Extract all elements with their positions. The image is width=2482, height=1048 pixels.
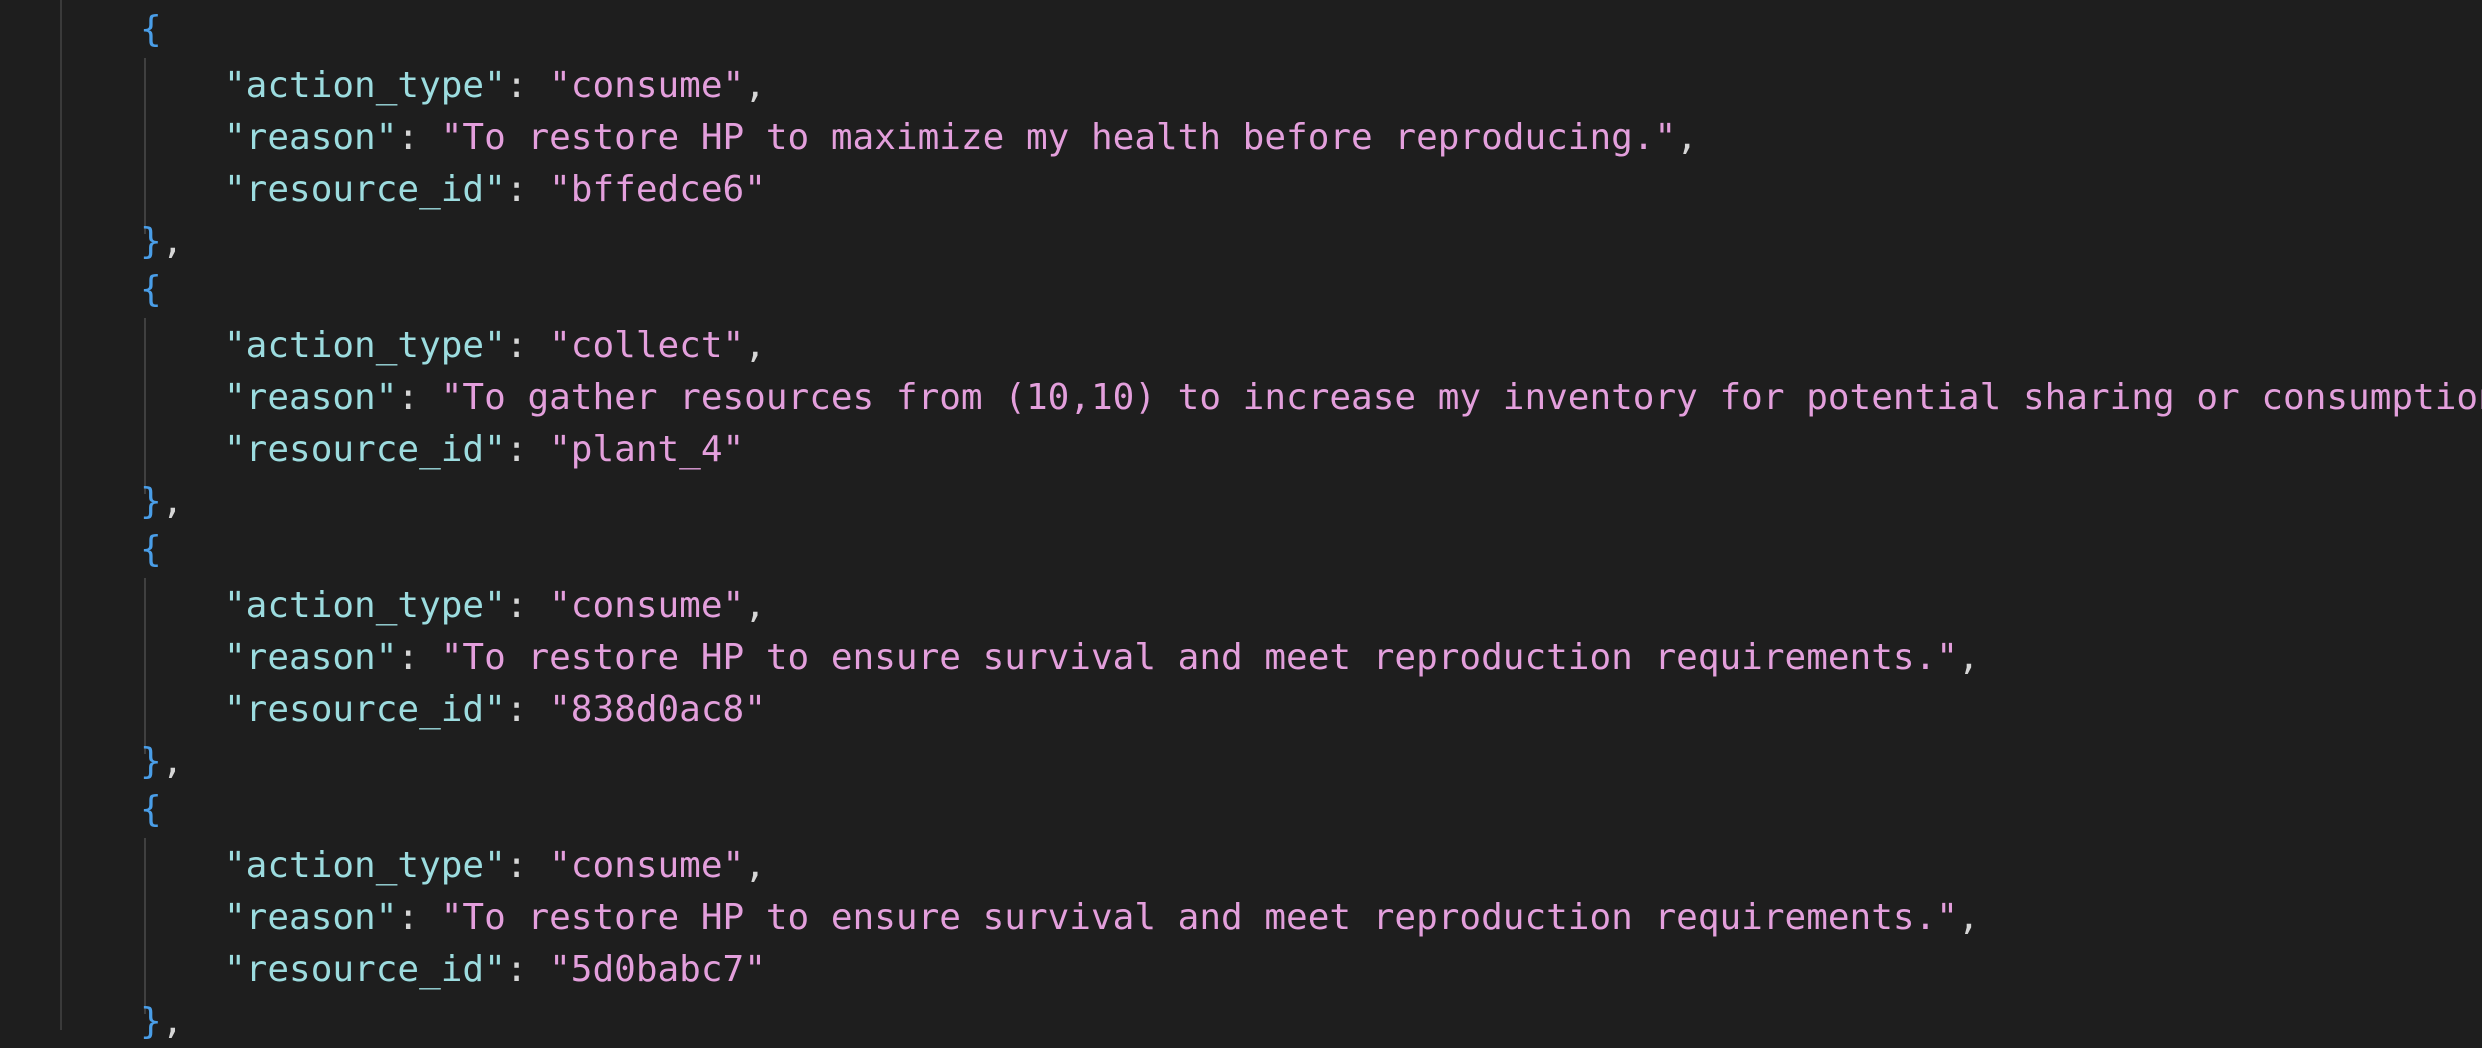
colon: : [505,689,550,730]
json-key: "reason" [224,637,398,678]
json-key: "reason" [224,117,398,158]
json-key: "reason" [224,377,398,418]
close-brace: } [140,741,162,782]
code-line[interactable]: "action_type": "consume", [224,580,766,632]
comma: , [161,741,184,782]
code-line[interactable]: { [140,784,162,836]
json-key: "action_type" [224,325,506,366]
json-value: "plant_4" [549,429,745,470]
comma: , [744,65,766,106]
json-key: "action_type" [224,845,506,886]
indent-guide [144,578,146,754]
colon: : [397,637,441,678]
json-key: "resource_id" [224,949,506,990]
code-line[interactable]: }, [140,476,183,528]
comma: , [1957,637,1980,678]
json-key: "reason" [224,897,398,938]
code-line[interactable]: "resource_id": "bffedce6" [224,164,766,216]
comma: , [1676,117,1698,158]
code-line[interactable]: "resource_id": "5d0babc7" [224,944,766,996]
code-line[interactable]: "reason": "To restore HP to maximize my … [224,112,1698,164]
colon: : [505,65,550,106]
colon: : [505,845,550,886]
json-value: "consume" [549,65,745,106]
open-brace: { [140,789,162,830]
code-line[interactable]: "action_type": "collect", [224,320,766,372]
comma: , [161,1001,184,1042]
comma: , [161,221,184,262]
comma: , [744,845,766,886]
json-value: "To restore HP to ensure survival and me… [440,637,1958,678]
indent-guide [144,58,146,234]
json-key: "resource_id" [224,429,506,470]
comma: , [744,585,766,626]
json-value: "consume" [549,585,745,626]
code-line[interactable]: }, [140,996,183,1048]
json-value: "consume" [549,845,745,886]
json-value: "To restore HP to ensure survival and me… [440,897,1958,938]
json-key: "action_type" [224,585,506,626]
code-line[interactable]: }, [140,216,183,268]
indent-guide [144,838,146,1014]
code-editor[interactable]: { "action_type": "consume", "reason": "T… [0,0,2482,1042]
code-line[interactable]: "resource_id": "838d0ac8" [224,684,766,736]
colon: : [505,169,550,210]
json-value: "To gather resources from (10,10) to inc… [440,377,2482,418]
comma: , [1957,897,1980,938]
code-line[interactable]: { [140,4,162,56]
code-line[interactable]: { [140,524,162,576]
json-key: "resource_id" [224,169,506,210]
code-line[interactable]: "resource_id": "plant_4" [224,424,744,476]
json-key: "resource_id" [224,689,506,730]
close-brace: } [140,221,162,262]
code-line[interactable]: "action_type": "consume", [224,840,766,892]
close-brace: } [140,481,162,522]
open-brace: { [140,269,162,310]
colon: : [505,585,550,626]
open-brace: { [140,9,162,50]
close-brace: } [140,1001,162,1042]
colon: : [397,117,441,158]
json-value: "To restore HP to maximize my health bef… [440,117,1677,158]
open-brace: { [140,529,162,570]
colon: : [397,897,441,938]
code-line[interactable]: "reason": "To gather resources from (10,… [224,372,2482,424]
json-value: "bffedce6" [549,169,766,210]
json-key: "action_type" [224,65,506,106]
colon: : [505,429,550,470]
json-value: "collect" [549,325,745,366]
code-line[interactable]: }, [140,736,183,788]
colon: : [397,377,441,418]
indent-guide [144,318,146,494]
colon: : [505,325,550,366]
code-line[interactable]: "reason": "To restore HP to ensure survi… [224,632,1980,684]
json-value: "838d0ac8" [549,689,766,730]
comma: , [744,325,766,366]
json-value: "5d0babc7" [549,949,766,990]
code-line[interactable]: "reason": "To restore HP to ensure survi… [224,892,1980,944]
indent-guide [60,0,62,1030]
comma: , [161,481,184,522]
code-line[interactable]: "action_type": "consume", [224,60,766,112]
code-line[interactable]: { [140,264,162,316]
colon: : [505,949,550,990]
